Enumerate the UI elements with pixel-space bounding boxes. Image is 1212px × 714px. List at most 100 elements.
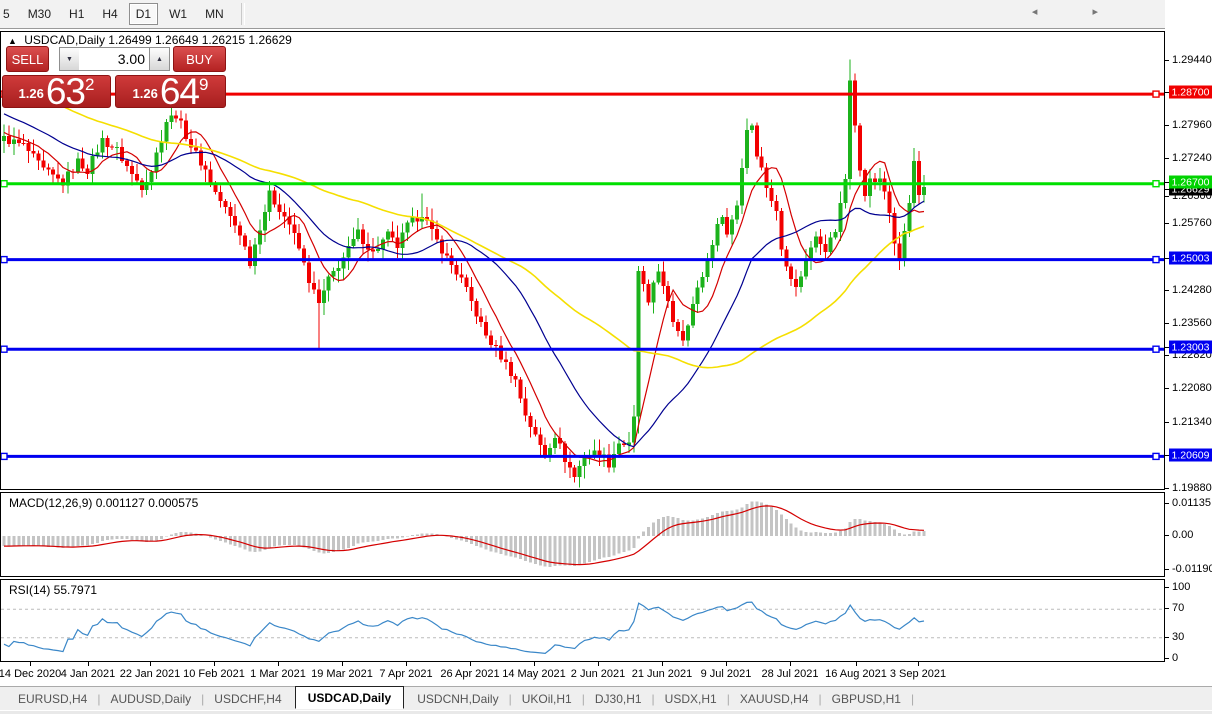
volume-increase-button[interactable]: ▲ (149, 47, 170, 71)
chevron-down-icon: ▼ (66, 56, 73, 63)
volume-input[interactable] (79, 47, 150, 71)
chevron-up-icon: ▲ (156, 56, 163, 63)
time-axis-tick (856, 662, 857, 666)
buy-price-display[interactable]: 1.26 64 9 (115, 75, 226, 108)
timeframe-button-d1[interactable]: D1 (129, 3, 158, 25)
chart-tab-bar: EURUSD,H4|AUDUSD,Daily|USDCHF,H4|USDCAD,… (0, 686, 1212, 710)
time-axis-date: 16 Aug 2021 (825, 668, 887, 680)
macd-label: MACD(12,26,9) 0.001127 0.000575 (9, 496, 198, 510)
price-tag: 1.26700 (1169, 176, 1212, 189)
time-axis-date: 14 Dec 2020 (0, 668, 61, 680)
tab-xauusd-h4[interactable]: XAUUSD,H4 (730, 689, 819, 709)
axis-tick (1165, 323, 1169, 324)
time-axis[interactable]: 14 Dec 20204 Jan 2021 22 Jan 202110 Feb 2… (0, 662, 1165, 686)
price-tag: 1.23003 (1169, 341, 1212, 354)
axis-tick (1165, 569, 1169, 570)
time-axis-tick (662, 662, 663, 666)
axis-tick (1165, 535, 1169, 536)
tab-usdcad-daily[interactable]: USDCAD,Daily (295, 686, 404, 709)
timeframe-toolbar: 5M30H1H4D1W1MN (0, 0, 1212, 29)
time-axis-date: 21 Jun 2021 (632, 668, 693, 680)
price-axis-label: 1.25760 (1172, 217, 1212, 229)
timeframe-button-w1[interactable]: W1 (162, 3, 194, 25)
rsi-axis-label: 70 (1172, 602, 1184, 614)
tab-usdcnh-daily[interactable]: USDCNH,Daily (407, 689, 508, 709)
time-axis-tick (470, 662, 471, 666)
time-axis-tick (918, 662, 919, 666)
price-axis-label: 1.27960 (1172, 119, 1212, 131)
price-tag: 1.28700 (1169, 86, 1212, 99)
time-axis-date: 22 Jan 2021 (120, 668, 181, 680)
timeframe-button-h4[interactable]: H4 (95, 3, 124, 25)
chart-header: ▲ USDCAD,Daily 1.26499 1.26649 1.26215 1… (8, 33, 292, 47)
tab-audusd-daily[interactable]: AUDUSD,Daily (100, 689, 201, 709)
sell-button[interactable]: SELL (6, 46, 49, 72)
mt4-terminal: 5M30H1H4D1W1MN MACD(12,26,9) 0.001127 0.… (0, 0, 1212, 714)
tab-gbpusd-h1[interactable]: GBPUSD,H1 (822, 689, 911, 709)
rsi-panel[interactable]: RSI(14) 55.7971 (0, 579, 1165, 662)
tab-usdx-h1[interactable]: USDX,H1 (655, 689, 727, 709)
chart-ohlc-values: 1.26499 1.26649 1.26215 1.26629 (108, 33, 292, 47)
macd-panel[interactable]: MACD(12,26,9) 0.001127 0.000575 (0, 492, 1165, 577)
collapse-panel-icon[interactable]: ▲ (8, 36, 17, 46)
time-axis-tick (214, 662, 215, 666)
price-tag: 1.25003 (1169, 252, 1212, 265)
timeframe-button-h1[interactable]: H1 (62, 3, 91, 25)
time-axis-tick (598, 662, 599, 666)
axis-tick (1165, 488, 1169, 489)
macd-axis-label: -0.011904 (1172, 563, 1212, 575)
sell-price-display[interactable]: 1.26 63 2 (2, 75, 111, 108)
timeframe-button-mn[interactable]: MN (198, 3, 231, 25)
timeframe-button-5[interactable]: 5 (0, 3, 17, 25)
axis-tick (1165, 608, 1169, 609)
time-axis-date: 19 Mar 2021 (311, 668, 373, 680)
rsi-axis-label: 100 (1172, 581, 1190, 593)
price-axis-label: 1.29440 (1172, 54, 1212, 66)
time-axis-tick (30, 662, 31, 666)
time-axis-tick (534, 662, 535, 666)
macd-axis-label: 0.00 (1172, 529, 1193, 541)
chart-title: USDCAD,Daily (24, 33, 105, 47)
buy-button[interactable]: BUY (173, 46, 226, 72)
tab-ukoil-h1[interactable]: UKOil,H1 (512, 689, 582, 709)
time-axis-date: 28 Jul 2021 (762, 668, 819, 680)
axis-tick (1165, 60, 1169, 61)
one-click-trade-panel: SELL ▼ ▲ BUY 1.26 63 2 1.26 64 9 (2, 46, 230, 108)
rsi-canvas[interactable] (1, 580, 1164, 661)
tab-scroll-arrows[interactable]: ◂ ▸ (1032, 5, 1124, 18)
price-axis-label: 1.19880 (1172, 482, 1212, 494)
price-axis[interactable]: 1.294401.279601.272401.265001.257601.242… (1165, 0, 1212, 686)
time-axis-tick (406, 662, 407, 666)
axis-tick (1165, 658, 1169, 659)
toolbar-separator (241, 3, 245, 25)
time-axis-tick (278, 662, 279, 666)
axis-tick (1165, 125, 1169, 126)
axis-tick (1165, 422, 1169, 423)
tab-usdchf-h4[interactable]: USDCHF,H4 (204, 689, 291, 709)
axis-tick (1165, 355, 1169, 356)
timeframe-button-m30[interactable]: M30 (21, 3, 58, 25)
price-tag: 1.20609 (1169, 449, 1212, 462)
axis-tick (1165, 223, 1169, 224)
time-axis-tick (726, 662, 727, 666)
time-axis-date: 3 Sep 2021 (890, 668, 946, 680)
tab-dj30-h1[interactable]: DJ30,H1 (585, 689, 652, 709)
tab-eurusd-h4[interactable]: EURUSD,H4 (8, 689, 97, 709)
time-axis-date: 4 Jan 2021 (61, 668, 115, 680)
time-axis-date: 2 Jun 2021 (571, 668, 625, 680)
tab-separator: | (911, 692, 914, 706)
axis-tick (1165, 388, 1169, 389)
rsi-axis-label: 0 (1172, 652, 1178, 664)
time-axis-date: 7 Apr 2021 (379, 668, 432, 680)
axis-tick (1165, 637, 1169, 638)
price-axis-label: 1.22080 (1172, 382, 1212, 394)
time-axis-date: 10 Feb 2021 (183, 668, 245, 680)
price-axis-label: 1.21340 (1172, 416, 1212, 428)
macd-axis-label: 0.01135 (1172, 497, 1211, 509)
status-strip (0, 710, 1212, 714)
time-axis-date: 9 Jul 2021 (701, 668, 752, 680)
volume-decrease-button[interactable]: ▼ (59, 47, 80, 71)
time-axis-tick (88, 662, 89, 666)
price-axis-label: 1.24280 (1172, 284, 1212, 296)
rsi-axis-label: 30 (1172, 631, 1184, 643)
